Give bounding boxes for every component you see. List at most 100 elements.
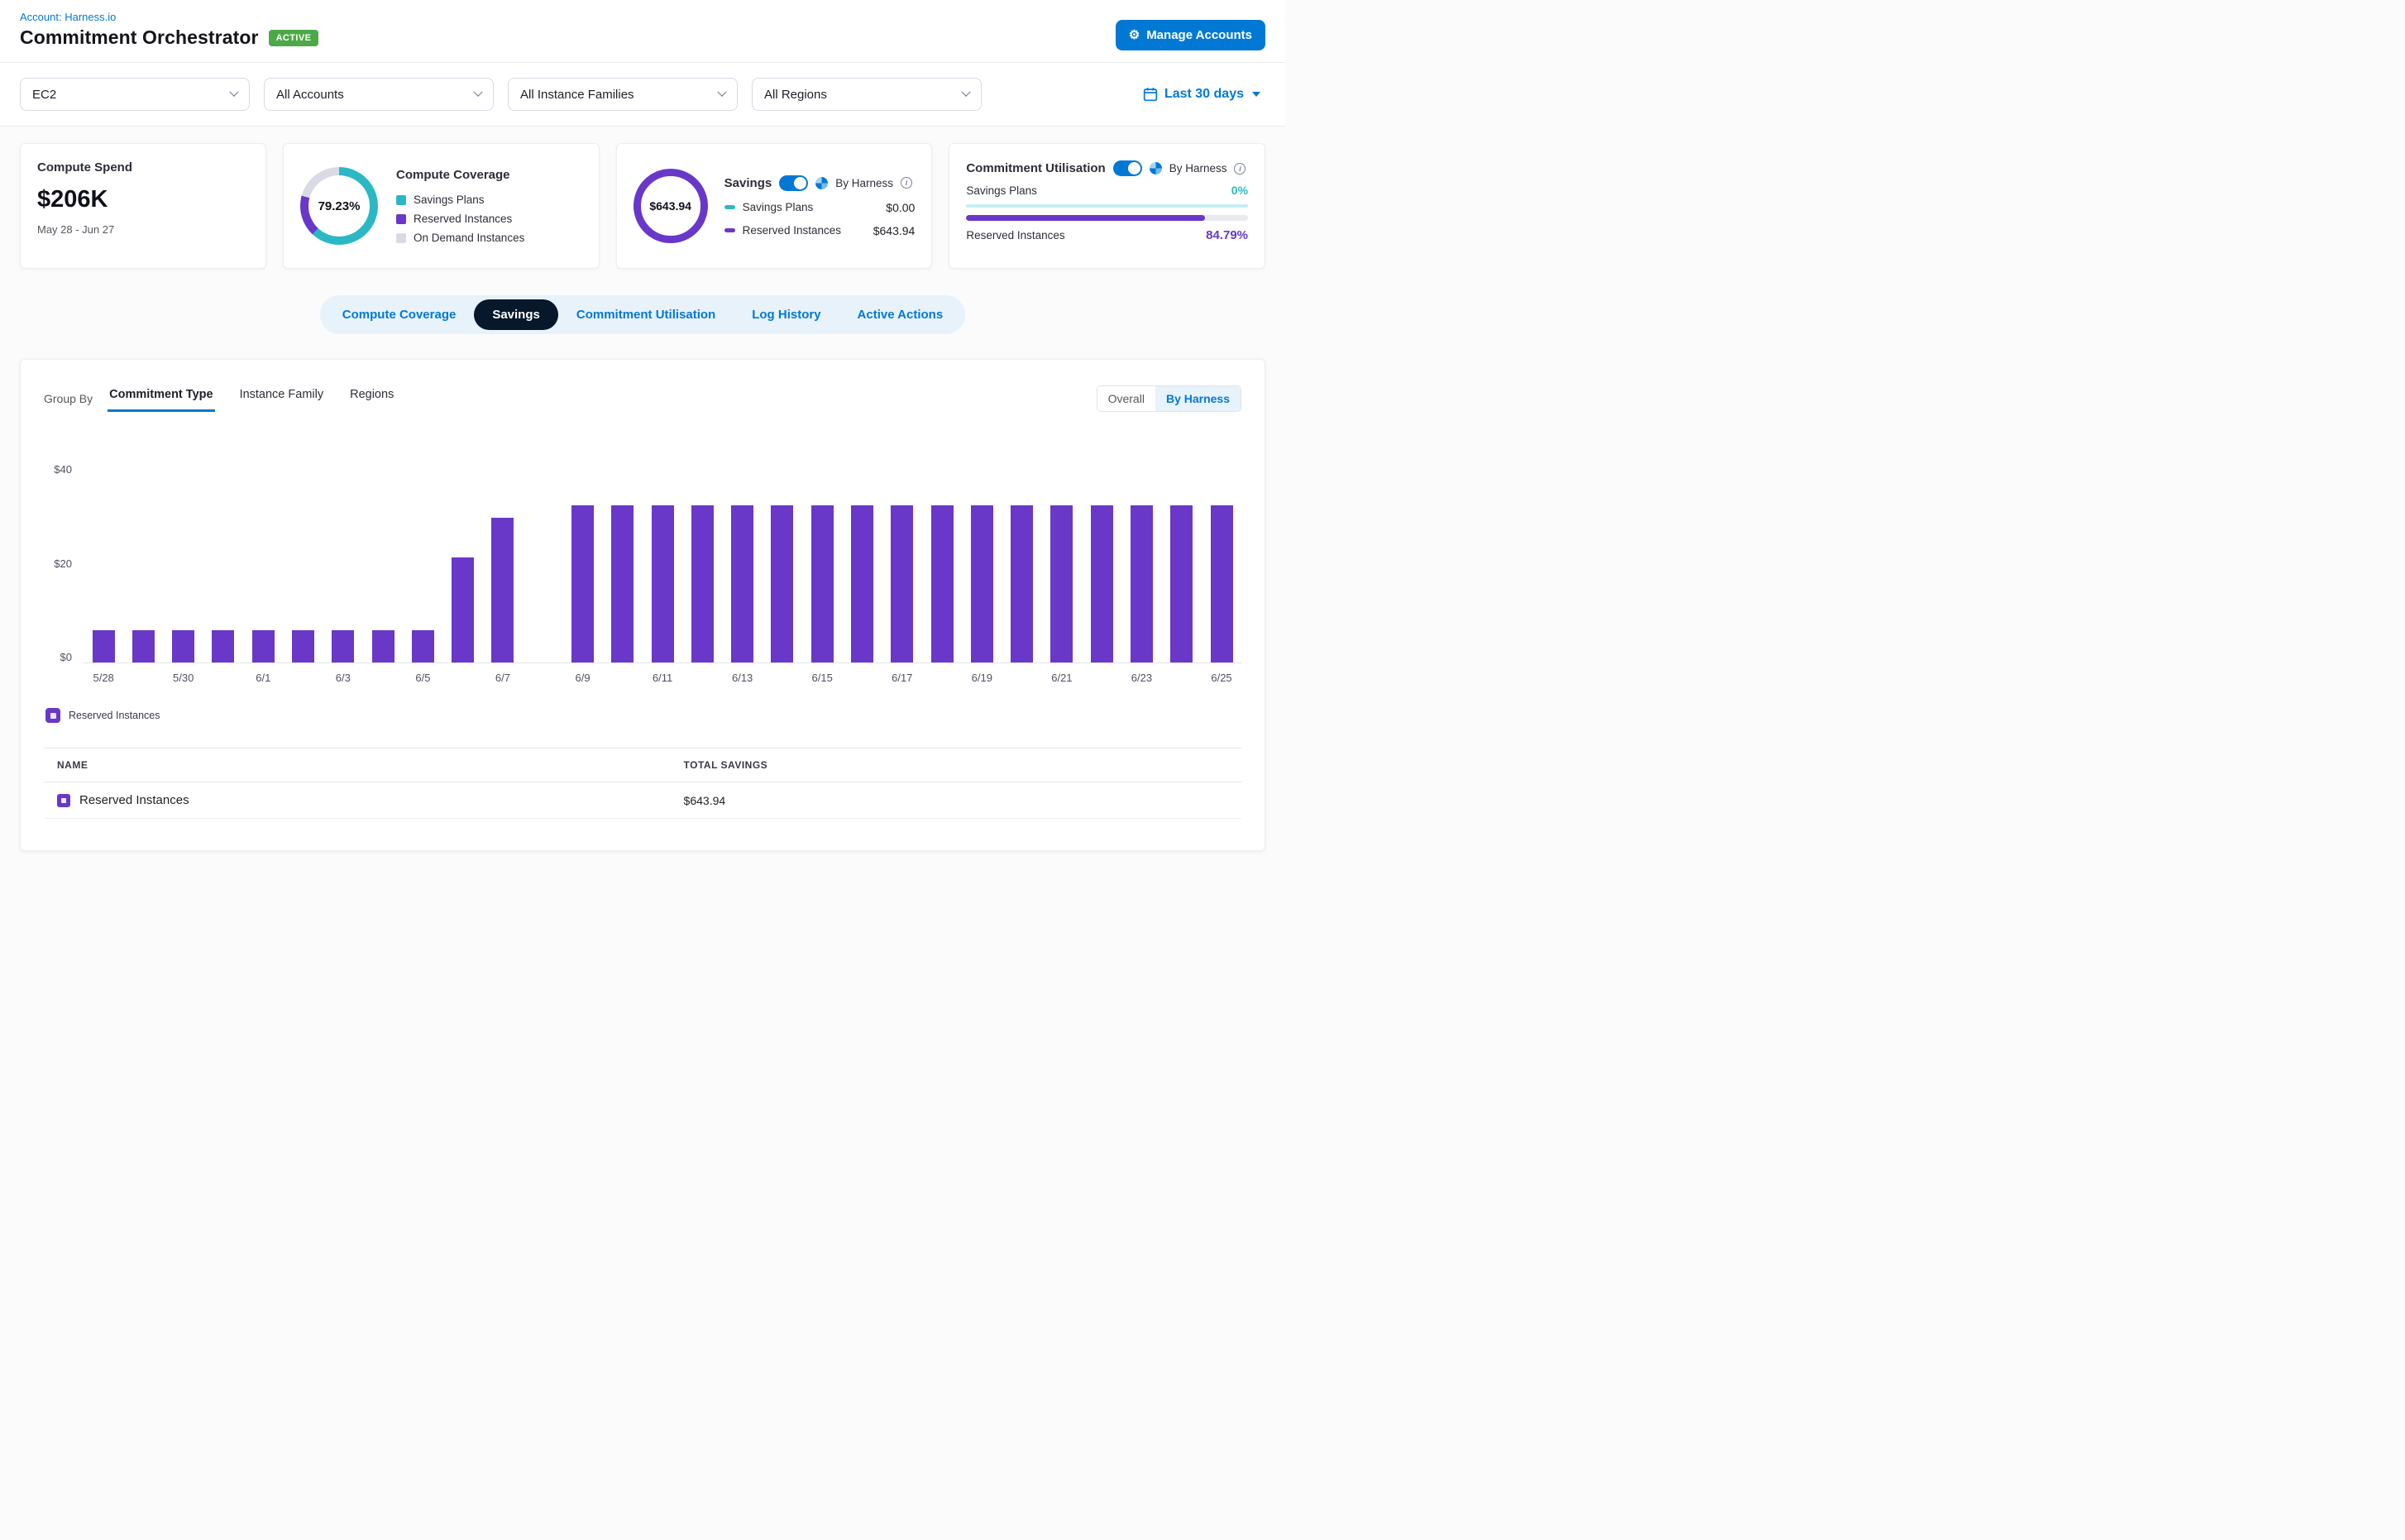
reserved-instances-checkbox[interactable] <box>45 708 60 723</box>
savings-total: $643.94 <box>649 199 691 213</box>
tab-commitment-utilisation[interactable]: Commitment Utilisation <box>558 299 734 330</box>
bar-6/21[interactable]: 6/21 <box>1042 463 1082 662</box>
bar-6/24[interactable] <box>1162 463 1202 662</box>
row-total-savings: $643.94 <box>684 794 1228 807</box>
bar-6/13[interactable]: 6/13 <box>723 463 763 662</box>
x-tick-label: 5/28 <box>93 672 113 684</box>
bar-6/23[interactable]: 6/23 <box>1121 463 1161 662</box>
x-tick-label: 6/7 <box>495 672 510 684</box>
bar-6/18[interactable] <box>922 463 962 662</box>
bar-6/14[interactable] <box>763 463 802 662</box>
y-tick: $0 <box>44 651 72 663</box>
accounts-select-value: All Accounts <box>276 88 344 102</box>
purple-row-marker <box>57 794 70 807</box>
chevron-down-icon <box>961 88 970 97</box>
legend-on-demand: On Demand Instances <box>396 232 524 244</box>
savings-card: $643.94 Savings By Harness i Savings Pla… <box>616 143 933 269</box>
savings-row-savings-plans: Savings Plans $0.00 <box>724 201 916 214</box>
view-option-by-harness[interactable]: By Harness <box>1155 386 1241 411</box>
chevron-down-icon <box>717 88 726 97</box>
compute-spend-title: Compute Spend <box>37 160 249 175</box>
utilisation-title: Commitment Utilisation <box>966 161 1105 175</box>
savings-row-reserved-instances: Reserved Instances $643.94 <box>724 224 916 237</box>
harness-logo-icon <box>815 177 828 189</box>
bar-5/31[interactable] <box>203 463 243 662</box>
bar-6/16[interactable] <box>842 463 882 662</box>
bar-6/8[interactable] <box>523 463 562 662</box>
utilisation-by-harness-label: By Harness <box>1169 162 1227 175</box>
bar-5/29[interactable] <box>123 463 163 662</box>
bar-6/2[interactable] <box>283 463 323 662</box>
group-tab-instance-family[interactable]: Instance Family <box>238 385 326 412</box>
bar-6/17[interactable]: 6/17 <box>882 463 922 662</box>
savings-by-harness-toggle[interactable] <box>779 175 808 191</box>
instance-families-select[interactable]: All Instance Families <box>508 78 738 111</box>
bar-6/19[interactable]: 6/19 <box>962 463 1002 662</box>
x-tick-label: 6/25 <box>1211 672 1231 684</box>
bar-6/20[interactable] <box>1002 463 1041 662</box>
account-link[interactable]: Account: Harness.io <box>20 11 116 23</box>
gear-icon: ⚙ <box>1129 29 1140 41</box>
bar-6/12[interactable] <box>682 463 722 662</box>
chart-legend: Reserved Instances <box>44 708 1241 723</box>
group-tab-commitment-type[interactable]: Commitment Type <box>108 385 214 412</box>
accounts-select[interactable]: All Accounts <box>264 78 494 111</box>
chevron-down-icon <box>473 88 482 97</box>
bar-6/9[interactable]: 6/9 <box>562 463 602 662</box>
bar-6/1[interactable]: 6/1 <box>243 463 283 662</box>
reserved-instances-utilisation-bar <box>966 215 1248 221</box>
bar-6/22[interactable] <box>1082 463 1121 662</box>
compute-coverage-title: Compute Coverage <box>396 168 524 182</box>
date-range-picker[interactable]: Last 30 days <box>1143 87 1265 102</box>
bar-6/4[interactable] <box>363 463 403 662</box>
bar-6/7[interactable]: 6/7 <box>483 463 523 662</box>
bar-5/28[interactable]: 5/28 <box>84 463 123 662</box>
summary-cards: Compute Spend $206K May 28 - Jun 27 79.2… <box>0 127 1285 269</box>
bar-6/3[interactable]: 6/3 <box>323 463 363 662</box>
compute-coverage-donut: 79.23% <box>300 167 378 245</box>
status-badge: ACTIVE <box>269 30 319 46</box>
manage-accounts-label: Manage Accounts <box>1146 28 1252 42</box>
y-tick: $20 <box>44 557 72 570</box>
purple-pill-marker <box>724 228 735 232</box>
view-toggle: Overall By Harness <box>1097 385 1241 412</box>
tab-active-actions[interactable]: Active Actions <box>839 299 962 330</box>
tab-savings[interactable]: Savings <box>474 299 558 330</box>
regions-select[interactable]: All Regions <box>752 78 982 111</box>
manage-accounts-button[interactable]: ⚙ Manage Accounts <box>1116 20 1265 50</box>
bar-6/5[interactable]: 6/5 <box>403 463 442 662</box>
table-header-total-savings: TOTAL SAVINGS <box>684 759 1228 771</box>
savings-bar-chart: $40 $20 $0 5/28 5/30 6/1 6/3 6/5 6/7 6/9 6/11 6/… <box>44 463 1241 691</box>
x-tick-label: 6/3 <box>336 672 351 684</box>
row-name: Reserved Instances <box>79 793 189 807</box>
bar-5/30[interactable]: 5/30 <box>164 463 203 662</box>
info-icon[interactable]: i <box>1234 163 1246 175</box>
bar-6/15[interactable]: 6/15 <box>802 463 842 662</box>
caret-down-icon <box>1252 92 1260 97</box>
x-tick-label: 6/9 <box>575 672 590 684</box>
y-tick: $40 <box>44 463 72 476</box>
utilisation-by-harness-toggle[interactable] <box>1113 160 1142 176</box>
compute-coverage-card: 79.23% Compute Coverage Savings Plans Re… <box>283 143 600 269</box>
group-tab-regions[interactable]: Regions <box>348 385 395 412</box>
savings-title: Savings <box>724 176 772 190</box>
view-option-overall[interactable]: Overall <box>1097 386 1155 411</box>
y-axis: $40 $20 $0 <box>44 463 84 663</box>
bar-6/25[interactable]: 6/25 <box>1202 463 1241 662</box>
bar-6/6[interactable] <box>443 463 483 662</box>
tab-compute-coverage[interactable]: Compute Coverage <box>324 299 475 330</box>
coverage-percentage: 79.23% <box>318 199 361 213</box>
savings-panel: Group By Commitment Type Instance Family… <box>20 359 1265 851</box>
page-title: Commitment Orchestrator <box>20 26 259 49</box>
table-row: Reserved Instances $643.94 <box>44 782 1241 819</box>
service-select[interactable]: EC2 <box>20 78 250 111</box>
info-icon[interactable]: i <box>901 177 912 189</box>
x-tick-label: 6/5 <box>415 672 430 684</box>
x-tick-label: 6/11 <box>653 672 672 684</box>
bar-6/11[interactable]: 6/11 <box>643 463 682 662</box>
savings-by-harness-label: By Harness <box>835 177 893 189</box>
reserved-instances-utilisation-pct: 84.79% <box>1206 228 1248 242</box>
x-tick-label: 6/17 <box>892 672 912 684</box>
bar-6/10[interactable] <box>603 463 643 662</box>
tab-log-history[interactable]: Log History <box>734 299 839 330</box>
